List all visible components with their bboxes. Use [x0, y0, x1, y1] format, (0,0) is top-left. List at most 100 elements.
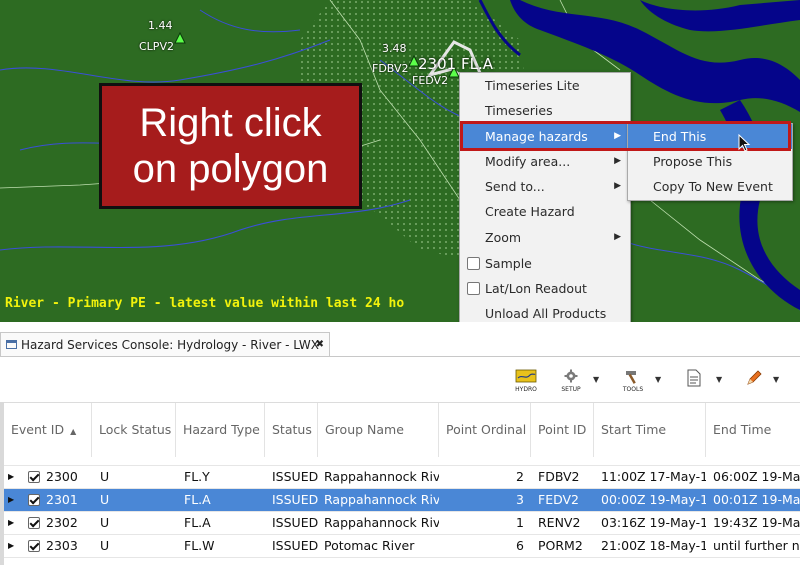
menu-item-zoom[interactable]: Zoom ▶ — [460, 225, 630, 250]
mouse-pointer-icon — [738, 134, 751, 152]
column-header-lock-status[interactable]: Lock Status — [92, 403, 176, 457]
submenu-arrow-icon: ▶ — [614, 156, 621, 166]
column-header-point-id[interactable]: Point ID — [531, 403, 594, 457]
table-row[interactable]: ▶ 2302 U FL.A ISSUED Rappahannock River … — [4, 512, 800, 535]
cell-point-id: FDBV2 — [538, 469, 580, 484]
menu-item-label: Create Hazard — [485, 204, 575, 219]
cell-end-time: 00:01Z 19-May- — [713, 492, 800, 507]
gauge-marker-clpv2[interactable] — [174, 31, 186, 44]
column-label: Point ID — [538, 422, 587, 437]
cell-status: ISSUED — [272, 492, 318, 507]
menu-item-create-hazard[interactable]: Create Hazard — [460, 199, 630, 224]
cell-point-ordinal: 1 — [516, 515, 524, 530]
latlon-checkbox[interactable] — [467, 282, 480, 295]
edit-button[interactable] — [745, 369, 763, 395]
cell-point-id: PORM2 — [538, 538, 583, 553]
gauge-value-clpv2: 1.44 — [148, 19, 173, 32]
menu-item-label: Send to... — [485, 179, 545, 194]
submenu-arrow-icon: ▶ — [614, 232, 621, 242]
cell-group-name: Potomac River — [324, 538, 415, 553]
cell-status: ISSUED — [272, 515, 318, 530]
submenu-arrow-icon: ▶ — [614, 181, 621, 191]
row-checkbox[interactable] — [28, 517, 40, 529]
cell-event-id: 2300 — [46, 469, 78, 484]
table-row-selected[interactable]: ▶ 2301 U FL.A ISSUED Rappahannock River … — [4, 489, 800, 512]
column-label: Status — [272, 422, 312, 437]
menu-item-send-to[interactable]: Send to... ▶ — [460, 174, 630, 199]
table-row[interactable]: ▶ 2300 U FL.Y ISSUED Rappahannock River … — [4, 466, 800, 489]
setup-dropdown-icon[interactable]: ▼ — [593, 369, 603, 395]
column-header-point-ordinal[interactable]: Point Ordinal — [439, 403, 531, 457]
edit-dropdown-icon[interactable]: ▼ — [773, 369, 783, 395]
row-checkbox[interactable] — [28, 471, 40, 483]
menu-item-sample[interactable]: Sample — [460, 251, 630, 276]
menu-item-label: Sample — [485, 256, 532, 271]
cell-point-ordinal: 3 — [516, 492, 524, 507]
menu-item-label: Unload All Products — [485, 306, 607, 321]
cell-status: ISSUED — [272, 469, 318, 484]
column-header-status[interactable]: Status — [265, 403, 318, 457]
submenu-item-copy-to-new-event[interactable]: Copy To New Event — [628, 174, 792, 199]
tools-button[interactable]: TOOLS — [621, 369, 645, 395]
close-tab-icon[interactable]: ✖ — [316, 333, 324, 357]
cell-status: ISSUED — [272, 538, 318, 553]
hydro-label: HYDRO — [515, 386, 537, 393]
row-checkbox[interactable] — [28, 540, 40, 552]
table-row-partial — [4, 456, 800, 466]
window-icon — [6, 340, 17, 349]
menu-item-timeseries-lite[interactable]: Timeseries Lite — [460, 73, 630, 98]
cell-group-name: Rappahannock River — [324, 469, 439, 484]
expand-arrow-icon[interactable]: ▶ — [8, 466, 14, 488]
setup-label: SETUP — [561, 386, 581, 393]
hydro-icon — [515, 369, 537, 383]
tools-dropdown-icon[interactable]: ▼ — [655, 369, 665, 395]
menu-item-modify-area[interactable]: Modify area... ▶ — [460, 149, 630, 174]
expand-arrow-icon[interactable]: ▶ — [8, 512, 14, 534]
column-label: Lock Status — [99, 422, 172, 437]
column-header-hazard-type[interactable]: Hazard Type — [176, 403, 265, 457]
sample-checkbox[interactable] — [467, 257, 480, 270]
product-dropdown-icon[interactable]: ▼ — [716, 369, 726, 395]
cell-point-id: RENV2 — [538, 515, 581, 530]
cell-hazard-type: FL.W — [184, 538, 215, 553]
table-left-gutter — [0, 402, 4, 565]
cell-event-id: 2301 — [46, 492, 78, 507]
instruction-line-2: on polygon — [132, 147, 329, 191]
column-label: Group Name — [325, 422, 404, 437]
cell-event-id: 2302 — [46, 515, 78, 530]
menu-item-label: Timeseries — [485, 103, 553, 118]
submenu-item-propose-this[interactable]: Propose This — [628, 149, 792, 174]
menu-item-label: Zoom — [485, 230, 522, 245]
console-toolbar: HYDRO SETUP ▼ TOOLS ▼ ▼ ▼ — [0, 357, 800, 399]
cell-point-id: FEDV2 — [538, 492, 579, 507]
sort-ascending-icon: ▲ — [70, 427, 77, 436]
column-header-end-time[interactable]: End Time — [706, 403, 800, 457]
cell-lock-status: U — [100, 538, 110, 553]
setup-button[interactable]: SETUP — [560, 369, 582, 395]
menu-item-timeseries[interactable]: Timeseries — [460, 98, 630, 123]
column-header-group-name[interactable]: Group Name — [318, 403, 439, 457]
submenu-item-label: Copy To New Event — [653, 179, 773, 194]
hazard-event-label: 2301 FL.A — [418, 55, 493, 73]
hydro-button[interactable]: HYDRO — [514, 369, 538, 395]
menu-item-label: Timeseries Lite — [485, 78, 580, 93]
console-tab[interactable]: Hazard Services Console: Hydrology - Riv… — [0, 332, 330, 356]
menu-item-label: Lat/Lon Readout — [485, 281, 587, 296]
table-header: Event ID ▲ Lock Status Hazard Type Status… — [4, 402, 800, 457]
document-icon — [687, 369, 701, 387]
expand-arrow-icon[interactable]: ▶ — [8, 535, 14, 557]
column-label: Point Ordinal — [446, 422, 527, 437]
expand-arrow-icon[interactable]: ▶ — [8, 489, 14, 511]
column-header-event-id[interactable]: Event ID ▲ — [4, 403, 92, 457]
tools-label: TOOLS — [622, 386, 644, 393]
row-checkbox[interactable] — [28, 494, 40, 506]
cell-point-ordinal: 6 — [516, 538, 524, 553]
column-label: End Time — [713, 422, 772, 437]
column-label: Hazard Type — [183, 422, 260, 437]
cell-point-ordinal: 2 — [516, 469, 524, 484]
column-header-start-time[interactable]: Start Time — [594, 403, 706, 457]
menu-item-latlon-readout[interactable]: Lat/Lon Readout — [460, 276, 630, 301]
product-button[interactable] — [686, 369, 702, 395]
table-row[interactable]: ▶ 2303 U FL.W ISSUED Potomac River 6 POR… — [4, 535, 800, 558]
gear-icon — [564, 369, 578, 383]
